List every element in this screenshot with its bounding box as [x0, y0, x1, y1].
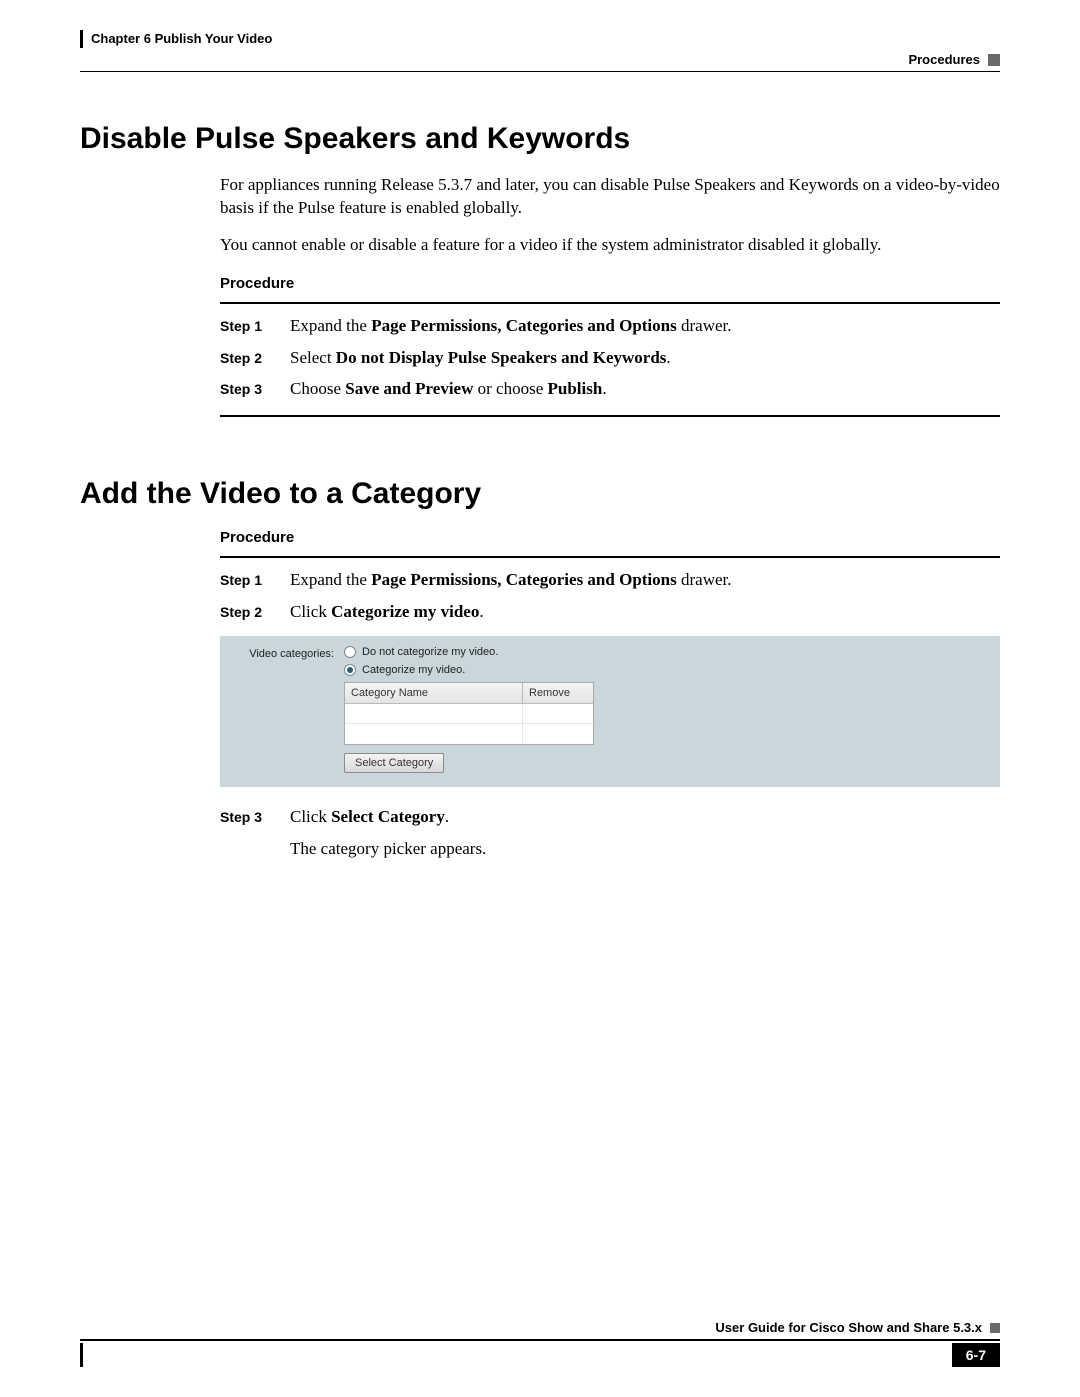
col-category-name: Category Name [345, 683, 523, 703]
page-number: 6-7 [952, 1343, 1000, 1367]
step-1-label: Step 1 [220, 318, 290, 334]
step-2: Step 2 Select Do not Display Pulse Speak… [220, 346, 1000, 370]
step-1-text: Expand the Page Permissions, Categories … [290, 314, 732, 338]
footer-rule [80, 1339, 1000, 1341]
video-categories-panel: Video categories: Do not categorize my v… [220, 636, 1000, 787]
step-2-3-label: Step 3 [220, 809, 290, 825]
step-2-3-text: Click Select Category. [290, 805, 449, 829]
step-3-label: Step 3 [220, 381, 290, 397]
header-rule [80, 71, 1000, 72]
procedure-rule-top-2 [220, 556, 1000, 558]
procedure-rule-bottom [220, 415, 1000, 417]
category-table: Category Name Remove [344, 682, 594, 745]
category-table-header: Category Name Remove [345, 683, 593, 704]
step-1: Step 1 Expand the Page Permissions, Cate… [220, 314, 1000, 338]
section-breadcrumb: Procedures [80, 52, 1000, 67]
heading-disable-pulse: Disable Pulse Speakers and Keywords [80, 122, 1000, 156]
table-row [345, 704, 593, 725]
table-row [345, 724, 593, 744]
para-2: You cannot enable or disable a feature f… [220, 234, 1000, 257]
step-2-2: Step 2 Click Categorize my video. [220, 600, 1000, 624]
step-2-3: Step 3 Click Select Category. [220, 805, 1000, 829]
radio-icon[interactable] [344, 646, 356, 658]
radio-icon-checked[interactable] [344, 664, 356, 676]
chapter-breadcrumb: Chapter 6 Publish Your Video [80, 30, 1000, 48]
section-label: Procedures [908, 52, 980, 67]
para-1: For appliances running Release 5.3.7 and… [220, 174, 1000, 220]
chapter-label: Chapter 6 Publish Your Video [91, 31, 272, 46]
video-categories-label: Video categories: [234, 646, 344, 773]
step-2-2-label: Step 2 [220, 604, 290, 620]
step-3-text: Choose Save and Preview or choose Publis… [290, 377, 607, 401]
radio-categorize[interactable]: Categorize my video. [344, 664, 986, 676]
select-category-button[interactable]: Select Category [344, 753, 444, 773]
procedure-heading: Procedure [220, 275, 1000, 292]
footer-guide: User Guide for Cisco Show and Share 5.3.… [80, 1320, 1000, 1335]
footer-bar: 6-7 [80, 1343, 1000, 1367]
category-table-body [345, 704, 593, 744]
step-2-label: Step 2 [220, 350, 290, 366]
procedure-heading-2: Procedure [220, 529, 1000, 546]
procedure-rule-top [220, 302, 1000, 304]
step-2-2-text: Click Categorize my video. [290, 600, 484, 624]
step-2-1: Step 1 Expand the Page Permissions, Cate… [220, 568, 1000, 592]
radio-do-not-categorize[interactable]: Do not categorize my video. [344, 646, 986, 658]
square-icon [990, 1323, 1000, 1333]
square-icon [988, 54, 1000, 66]
step-3: Step 3 Choose Save and Preview or choose… [220, 377, 1000, 401]
step-2-1-label: Step 1 [220, 572, 290, 588]
col-remove: Remove [523, 683, 593, 703]
step-2-text: Select Do not Display Pulse Speakers and… [290, 346, 671, 370]
step-2-1-text: Expand the Page Permissions, Categories … [290, 568, 732, 592]
heading-add-category: Add the Video to a Category [80, 477, 1000, 511]
step-2-3-after-text: The category picker appears. [290, 837, 486, 861]
step-2-3-after: The category picker appears. [220, 837, 1000, 861]
